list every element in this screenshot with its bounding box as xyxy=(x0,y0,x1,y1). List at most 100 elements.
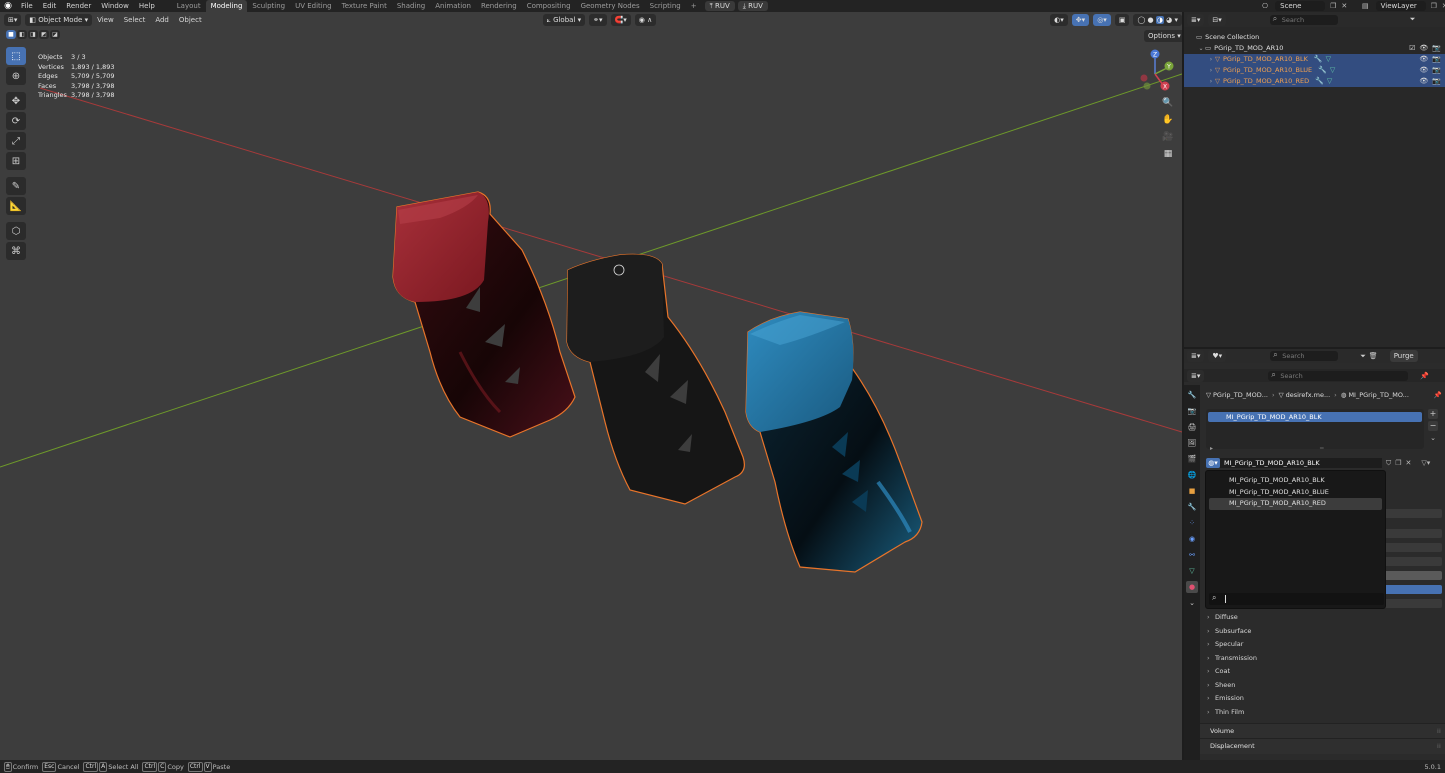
slot-specials-icon[interactable]: ⌄ xyxy=(1428,433,1438,443)
dropdown-material-item[interactable]: MI_PGrip_TD_MOD_AR10_BLUE xyxy=(1209,487,1382,499)
select-box-tool-icon[interactable]: ⬚ xyxy=(6,47,26,65)
dropdown-material-item[interactable]: MI_PGrip_TD_MOD_AR10_RED xyxy=(1209,498,1382,510)
outliner-object-row[interactable]: › ▽ PGrip_TD_MOD_AR10_BLK 🔧 ▽ 👁 📷 xyxy=(1184,54,1445,65)
property-field[interactable] xyxy=(1384,557,1442,566)
outliner-object-row[interactable]: › ▽ PGrip_TD_MOD_AR10_BLUE 🔧 ▽ 👁 📷 xyxy=(1184,65,1445,76)
dropdown-search-input[interactable]: ⌕ xyxy=(1209,593,1384,605)
tab-sculpting[interactable]: Sculpting xyxy=(247,0,290,12)
eye-icon[interactable]: 👁 xyxy=(1419,65,1428,76)
menu-window[interactable]: Window xyxy=(96,0,134,12)
panel-volume[interactable]: Volume ⁞⁞ xyxy=(1200,724,1445,739)
tab-modeling[interactable]: Modeling xyxy=(205,0,248,12)
blend-editor-type-button[interactable]: ≣▾ xyxy=(1187,350,1205,362)
eye-icon[interactable]: 👁 xyxy=(1419,43,1428,54)
resize-grip-icon[interactable]: ═ xyxy=(1320,445,1324,452)
visibility-dropdown[interactable]: ◐▾ xyxy=(1050,14,1068,26)
panel-displacement-row[interactable]: Displacement ⁞⁞ xyxy=(1200,738,1445,754)
navigation-gizmo[interactable]: Z Y X xyxy=(1135,48,1175,96)
texture-tab-icon[interactable]: ⌄ xyxy=(1186,597,1198,609)
options-button[interactable]: Options ▾ xyxy=(1144,30,1182,42)
render-tab-icon[interactable]: 📷 xyxy=(1186,405,1198,417)
filter-icon[interactable]: ⏷ xyxy=(1360,352,1366,361)
filter-icon[interactable]: ⏷ xyxy=(1410,15,1416,24)
property-field[interactable] xyxy=(1384,599,1442,608)
physics-tab-icon[interactable]: ◉ xyxy=(1186,533,1198,545)
scale-tool-icon[interactable]: ⤢ xyxy=(6,132,26,150)
blend-display-mode-button[interactable]: ♥▾ xyxy=(1208,350,1227,362)
menu-help[interactable]: Help xyxy=(134,0,160,12)
menu-file[interactable]: File xyxy=(16,0,38,12)
checkbox-icon[interactable]: ☑ xyxy=(1409,43,1415,54)
collapse-chevron-icon[interactable]: ⌄ xyxy=(1197,43,1205,54)
blend-search-input[interactable]: Search xyxy=(1270,350,1339,361)
menu-select[interactable]: Select xyxy=(119,16,151,24)
camera-icon[interactable]: 📷 xyxy=(1432,43,1441,54)
tab-animation[interactable]: Animation xyxy=(430,0,476,12)
select-subtract-icon[interactable]: ◨ xyxy=(28,30,38,39)
fake-user-shield-icon[interactable]: ⛉ xyxy=(1386,459,1391,468)
output-tab-icon[interactable]: 🖨 xyxy=(1186,421,1198,433)
outliner-editor-type-button[interactable]: ≣▾ xyxy=(1187,13,1205,26)
unlink-material-icon[interactable]: ✕ xyxy=(1406,459,1412,467)
property-field[interactable] xyxy=(1384,543,1442,552)
tab-rendering[interactable]: Rendering xyxy=(476,0,522,12)
property-slider[interactable] xyxy=(1384,585,1442,594)
scene-field[interactable]: Scene xyxy=(1275,1,1326,11)
drag-handle-icon[interactable]: ⁞⁞ xyxy=(1437,724,1441,739)
section-diffuse[interactable]: Diffuse xyxy=(1184,611,1445,625)
duplicate-material-icon[interactable]: ❐ xyxy=(1395,459,1401,467)
remove-slot-button[interactable]: − xyxy=(1428,421,1438,431)
pin-icon[interactable]: 📌 xyxy=(1434,391,1442,399)
xray-toggle[interactable]: ▣ xyxy=(1114,14,1130,26)
material-name-field[interactable]: MI_PGrip_TD_MOD_AR10_BLK xyxy=(1220,458,1382,468)
camera-icon[interactable]: 📷 xyxy=(1432,76,1441,87)
blender-logo-icon[interactable]: ◉ xyxy=(0,0,16,12)
gizmo-toggle[interactable]: ✥▾ xyxy=(1071,14,1090,26)
pivot-dropdown[interactable]: ⚭▾ xyxy=(589,14,607,26)
section-transmission[interactable]: Transmission xyxy=(1184,652,1445,666)
select-intersect-icon[interactable]: ◪ xyxy=(50,30,60,39)
scene-copy-icon[interactable]: ❐ xyxy=(1330,2,1336,10)
transform-orientation-dropdown[interactable]: ⟀ Global ▾ xyxy=(542,14,586,26)
purge-button[interactable]: Purge xyxy=(1389,350,1418,362)
red-grip-object[interactable] xyxy=(392,191,576,438)
proportional-edit-toggle[interactable]: ◉ ∧ xyxy=(634,14,657,26)
panel-volume-row[interactable]: Volume ⁞⁞ xyxy=(1200,723,1445,739)
viewlayer-field[interactable]: ViewLayer xyxy=(1375,1,1426,11)
properties-search-input[interactable]: Search xyxy=(1268,370,1409,381)
ruv-button-2[interactable]: ⤓ RUV xyxy=(737,1,768,11)
menu-render[interactable]: Render xyxy=(61,0,96,12)
annotate-tool-icon[interactable]: ✎ xyxy=(6,177,26,195)
tool-tab-icon[interactable]: 🔧 xyxy=(1186,389,1198,401)
expand-chevron-icon[interactable]: › xyxy=(1207,54,1215,65)
object-tab-icon[interactable]: ■ xyxy=(1186,485,1198,497)
custom-tool-icon[interactable]: ⌘ xyxy=(6,242,26,260)
particles-tab-icon[interactable]: ⁘ xyxy=(1186,517,1198,529)
viewlayer-icon[interactable]: ▤ xyxy=(1362,2,1369,10)
tab-texture-paint[interactable]: Texture Paint xyxy=(337,0,392,12)
slot-list-menu-icon[interactable]: ▸ xyxy=(1210,445,1213,452)
menu-view[interactable]: View xyxy=(92,16,119,24)
property-slider[interactable] xyxy=(1384,571,1442,580)
outliner-search-input[interactable]: Search xyxy=(1269,14,1338,25)
select-new-icon[interactable]: ■ xyxy=(6,30,16,39)
mesh-data-icon[interactable]: ▽ xyxy=(1330,65,1335,76)
select-extend-icon[interactable]: ◧ xyxy=(17,30,27,39)
material-filter-icon[interactable]: ▽▾ xyxy=(1421,459,1430,467)
overlay-toggle[interactable]: ◎▾ xyxy=(1093,14,1111,26)
menu-edit[interactable]: Edit xyxy=(38,0,62,12)
modifier-wrench-icon[interactable]: 🔧 xyxy=(1314,54,1323,65)
outliner-display-mode-button[interactable]: ⊟▾ xyxy=(1208,13,1226,26)
modifier-tab-icon[interactable]: 🔧 xyxy=(1186,501,1198,513)
add-workspace-button[interactable]: + xyxy=(686,0,702,12)
rotate-tool-icon[interactable]: ⟳ xyxy=(6,112,26,130)
property-field[interactable] xyxy=(1384,529,1442,538)
material-slot-item[interactable]: MI_PGrip_TD_MOD_AR10_BLK xyxy=(1208,412,1422,422)
snap-toggle[interactable]: 🧲▾ xyxy=(610,14,631,26)
mesh-data-icon[interactable]: ▽ xyxy=(1326,54,1331,65)
menu-object[interactable]: Object xyxy=(174,16,207,24)
property-field[interactable] xyxy=(1384,509,1442,518)
blue-grip-object[interactable] xyxy=(745,311,923,573)
view-layer-tab-icon[interactable]: 🖼 xyxy=(1186,437,1198,449)
tab-uv-editing[interactable]: UV Editing xyxy=(290,0,337,12)
